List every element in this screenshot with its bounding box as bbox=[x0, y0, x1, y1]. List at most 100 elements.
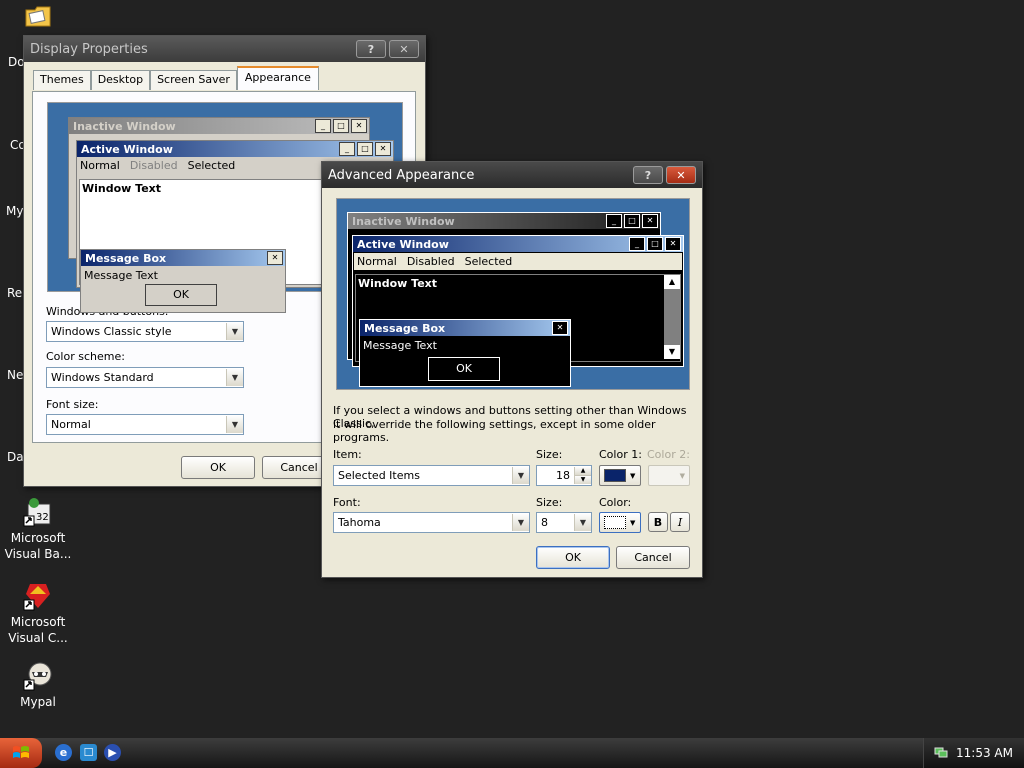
chevron-down-icon[interactable]: ▼ bbox=[574, 514, 591, 531]
bold-button[interactable]: B bbox=[648, 512, 668, 532]
desktop-icon-label-partial[interactable]: My bbox=[6, 204, 23, 218]
spin-down-icon[interactable]: ▼ bbox=[575, 476, 591, 484]
font-size-value: Normal bbox=[51, 418, 91, 431]
close-button[interactable]: ✕ bbox=[389, 40, 419, 58]
item-select[interactable]: Selected Items ▼ bbox=[333, 465, 530, 486]
desktop-icon-mypal[interactable]: Mypal bbox=[0, 660, 76, 710]
font-size-select[interactable]: Normal ▼ bbox=[46, 414, 244, 435]
window-title: Display Properties bbox=[30, 41, 148, 57]
font-color-swatch bbox=[604, 516, 626, 529]
preview-msgbox-title: Message Box bbox=[360, 320, 570, 336]
advanced-appearance-window: Advanced Appearance ? ✕ Inactive Window … bbox=[321, 161, 703, 578]
ok-button[interactable]: OK bbox=[181, 456, 255, 479]
tab-strip: Themes Desktop Screen Saver Appearance bbox=[33, 66, 319, 90]
chevron-down-icon[interactable]: ▼ bbox=[512, 467, 529, 484]
font-value: Tahoma bbox=[338, 516, 381, 529]
chevron-down-icon[interactable]: ▼ bbox=[226, 416, 243, 433]
start-button[interactable] bbox=[0, 738, 42, 768]
preview-menu-normal: Normal bbox=[357, 255, 397, 268]
color-scheme-label: Color scheme: bbox=[46, 350, 125, 363]
tab-appearance[interactable]: Appearance bbox=[236, 66, 319, 90]
chevron-down-icon[interactable]: ▼ bbox=[226, 369, 243, 386]
visual-c-icon bbox=[22, 580, 54, 612]
help-button[interactable]: ? bbox=[633, 166, 663, 184]
icon-label-line1: Microsoft bbox=[10, 531, 66, 545]
preview-caption-buttons: ✕ bbox=[267, 251, 283, 265]
preview-menu-disabled: Disabled bbox=[406, 255, 455, 268]
tab-screen-saver[interactable]: Screen Saver bbox=[150, 70, 237, 90]
system-tray: 11:53 AM bbox=[923, 738, 1024, 768]
svg-text:32: 32 bbox=[36, 512, 49, 523]
item-label: Item: bbox=[333, 448, 362, 461]
chevron-down-icon[interactable]: ▼ bbox=[512, 514, 529, 531]
item-size-label: Size: bbox=[536, 448, 563, 461]
mypal-raccoon-icon bbox=[22, 660, 54, 692]
desktop-icon-visual-c[interactable]: Microsoft Visual C... bbox=[0, 580, 76, 646]
font-size-label: Size: bbox=[536, 496, 563, 509]
preview-caption-buttons: _ □ ✕ bbox=[629, 237, 681, 251]
preview-scrollbar: ▲ ▼ bbox=[664, 275, 680, 359]
desktop-icon-label-partial[interactable]: Da bbox=[7, 450, 24, 464]
font-size-value: 8 bbox=[541, 516, 548, 529]
item-size-value: 18 bbox=[556, 469, 570, 482]
tab-themes[interactable]: Themes bbox=[33, 70, 91, 90]
color2-label: Color 2: bbox=[647, 448, 690, 461]
preview-msgbox-text: Message Text bbox=[84, 269, 158, 282]
advanced-preview[interactable]: Inactive Window _ □ ✕ Active Window _ □ ✕ No… bbox=[336, 198, 690, 390]
preview-msgbox-text: Message Text bbox=[363, 339, 437, 352]
documents-folder-icon[interactable] bbox=[24, 2, 52, 30]
desktop-icon-label-partial[interactable]: Re bbox=[7, 286, 22, 300]
spinner-buttons[interactable]: ▲ ▼ bbox=[574, 467, 591, 484]
display-properties-titlebar[interactable]: Display Properties ? ✕ bbox=[24, 36, 425, 62]
windows-flag-icon bbox=[13, 746, 29, 758]
taskbar: e ☐ ▶ 11:53 AM bbox=[0, 738, 1024, 768]
media-player-icon[interactable]: ▶ bbox=[104, 744, 121, 761]
font-size-label: Font size: bbox=[46, 398, 99, 411]
font-color-picker[interactable]: ▼ bbox=[599, 512, 641, 533]
advanced-appearance-titlebar[interactable]: Advanced Appearance ? ✕ bbox=[322, 162, 702, 188]
ok-button[interactable]: OK bbox=[536, 546, 610, 569]
desktop-icon-label-partial[interactable]: Ne bbox=[7, 368, 23, 382]
font-select[interactable]: Tahoma ▼ bbox=[333, 512, 530, 533]
chevron-down-icon[interactable]: ▼ bbox=[226, 323, 243, 340]
item-value: Selected Items bbox=[338, 469, 420, 482]
help-button[interactable]: ? bbox=[356, 40, 386, 58]
font-color-label: Color: bbox=[599, 496, 632, 509]
windows-buttons-select[interactable]: Windows Classic style ▼ bbox=[46, 321, 244, 342]
spin-up-icon[interactable]: ▲ bbox=[575, 467, 591, 476]
internet-explorer-icon[interactable]: e bbox=[55, 744, 72, 761]
preview-ok-button: OK bbox=[428, 357, 500, 381]
desktop-icon-visual-basic[interactable]: 32 Microsoft Visual Ba... bbox=[0, 496, 76, 562]
scroll-down-icon: ▼ bbox=[664, 345, 680, 359]
color1-label: Color 1: bbox=[599, 448, 642, 461]
color-scheme-value: Windows Standard bbox=[51, 371, 154, 384]
quick-launch-app-icon[interactable]: ☐ bbox=[80, 744, 97, 761]
font-size-select[interactable]: 8 ▼ bbox=[536, 512, 592, 533]
preview-msgbox-title: Message Box bbox=[81, 250, 285, 266]
preview-caption-buttons: _ □ ✕ bbox=[339, 142, 391, 156]
color-scheme-select[interactable]: Windows Standard ▼ bbox=[46, 367, 244, 388]
color2-picker: ▼ bbox=[648, 465, 690, 486]
chevron-down-icon: ▼ bbox=[630, 518, 636, 527]
preview-message-box: Message Box ✕ Message Text OK bbox=[359, 319, 571, 387]
icon-label-line1: Mypal bbox=[20, 695, 56, 709]
clock[interactable]: 11:53 AM bbox=[956, 746, 1013, 760]
italic-button[interactable]: I bbox=[670, 512, 690, 532]
network-icon[interactable] bbox=[934, 745, 948, 759]
close-button[interactable]: ✕ bbox=[666, 166, 696, 184]
preview-caption-buttons: _ □ ✕ bbox=[315, 119, 367, 133]
tab-desktop[interactable]: Desktop bbox=[90, 70, 151, 90]
preview-caption-buttons: ✕ bbox=[552, 321, 568, 335]
cancel-button[interactable]: Cancel bbox=[616, 546, 690, 569]
color1-picker[interactable]: ▼ bbox=[599, 465, 641, 486]
preview-menu-selected: Selected bbox=[464, 255, 513, 268]
color1-swatch bbox=[604, 469, 626, 482]
chevron-down-icon: ▼ bbox=[630, 471, 636, 480]
preview-caption-buttons: _ □ ✕ bbox=[606, 214, 658, 228]
font-label: Font: bbox=[333, 496, 361, 509]
scroll-up-icon: ▲ bbox=[664, 275, 680, 289]
preview-menu-disabled: Disabled bbox=[129, 159, 178, 172]
preview-window-text: Window Text bbox=[358, 277, 438, 290]
item-size-spinner[interactable]: 18 ▲ ▼ bbox=[536, 465, 592, 486]
preview-message-box: Message Box ✕ Message Text OK bbox=[80, 249, 286, 313]
